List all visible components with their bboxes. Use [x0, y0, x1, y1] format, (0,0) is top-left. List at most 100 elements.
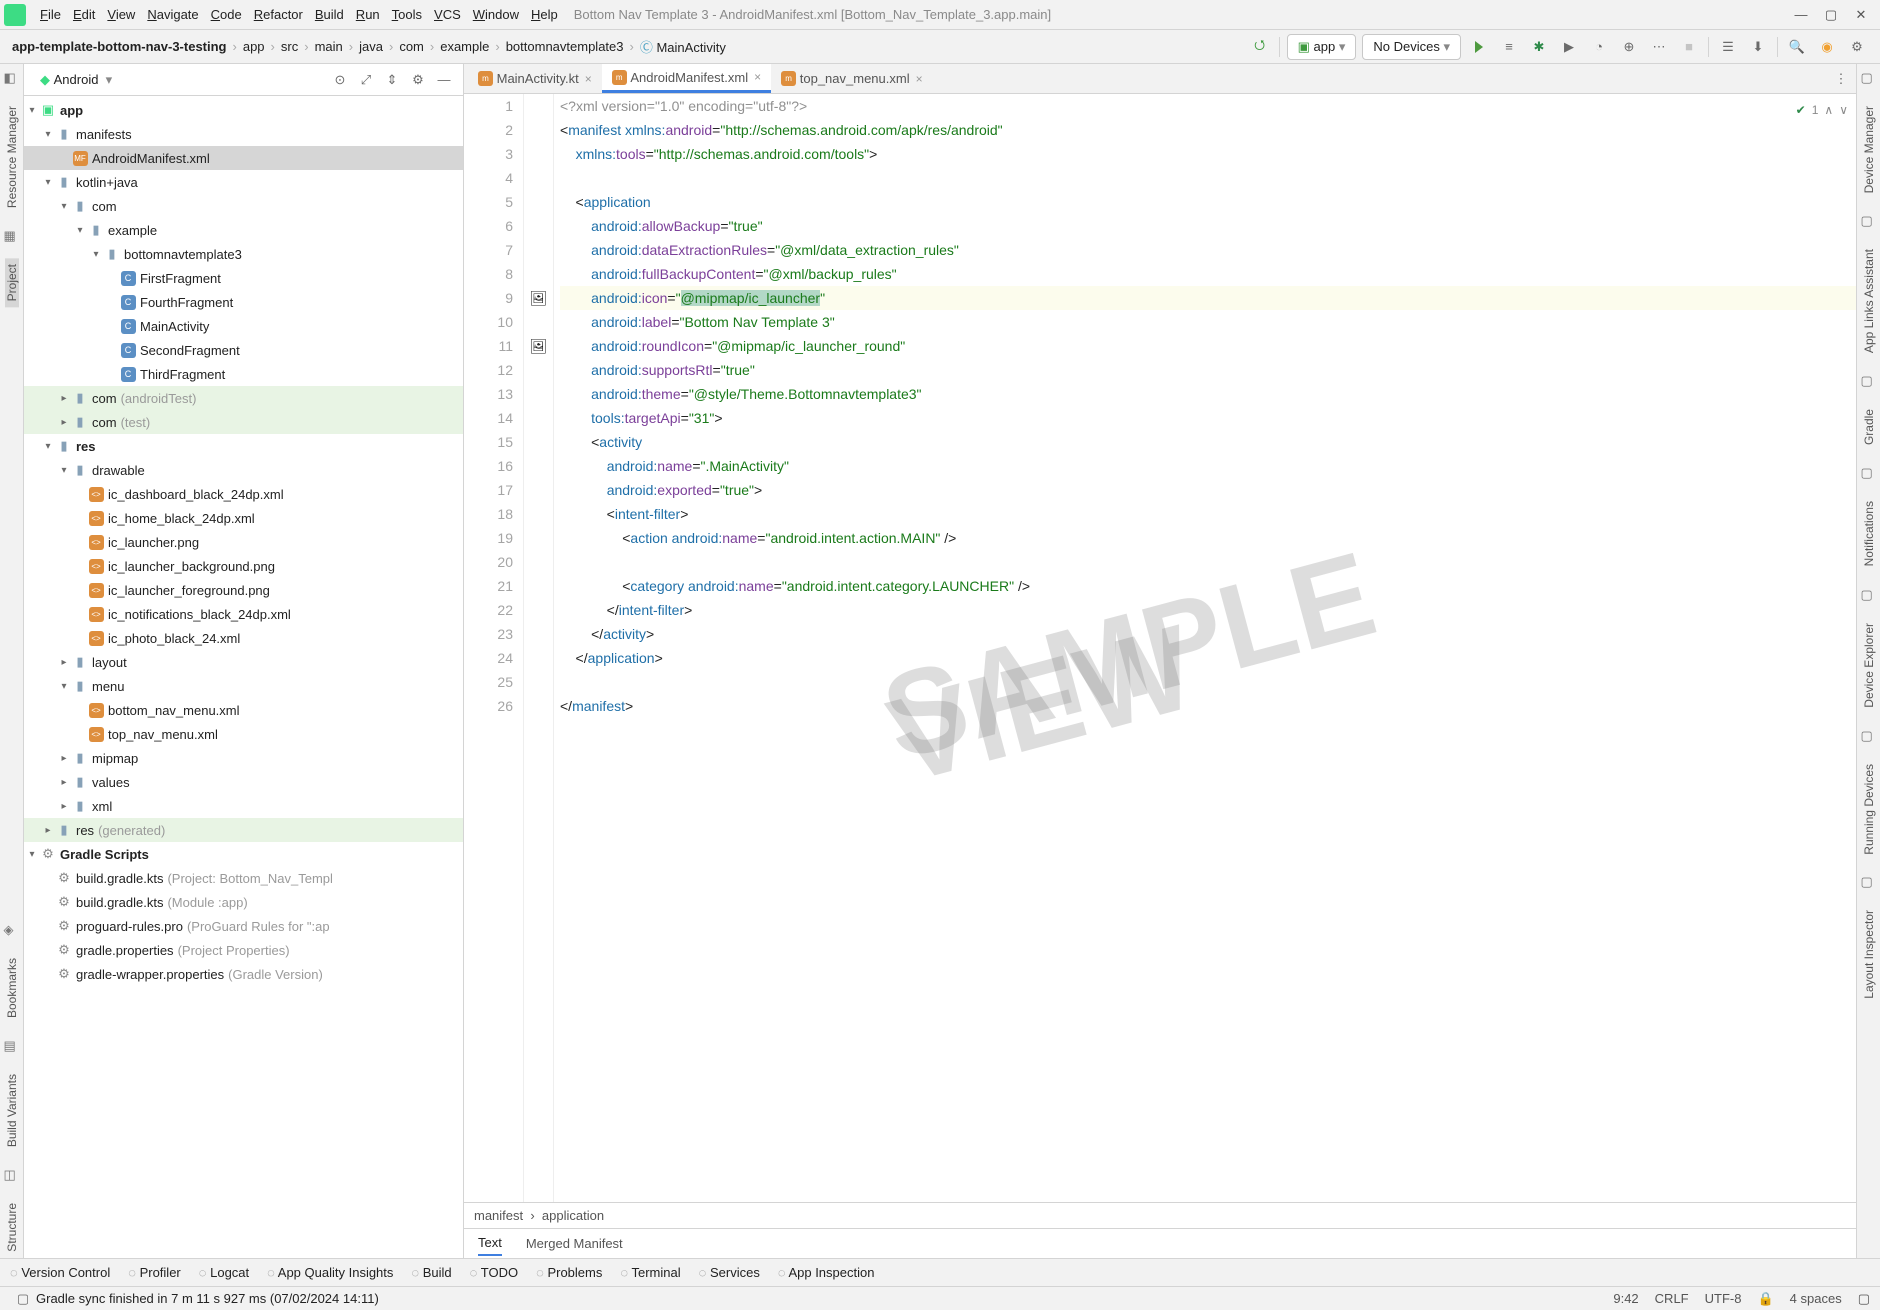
extra-action-icon[interactable]: ⋯: [1647, 35, 1671, 59]
tree-item[interactable]: CSecondFragment: [24, 338, 463, 362]
menu-tools[interactable]: Tools: [386, 4, 428, 25]
expand-all-icon[interactable]: ⤢: [356, 70, 376, 90]
breadcrumb-item[interactable]: example: [436, 37, 493, 56]
gutter-image-icon[interactable]: 🖼: [530, 338, 548, 354]
editor-tab[interactable]: m top_nav_menu.xml×: [771, 64, 932, 93]
project-icon[interactable]: ▦: [4, 228, 20, 244]
attach-debugger-icon[interactable]: ⊕: [1617, 35, 1641, 59]
bookmarks-icon[interactable]: ◈: [4, 922, 20, 938]
caret-position[interactable]: 9:42: [1613, 1291, 1638, 1306]
tree-item[interactable]: <>ic_launcher_foreground.png: [24, 578, 463, 602]
code-editor[interactable]: 1234567891011121314151617181920212223242…: [464, 94, 1856, 1202]
close-tab-icon[interactable]: ×: [754, 70, 761, 84]
bottom-tool-profiler[interactable]: ◌ Profiler: [128, 1265, 181, 1280]
right-tab[interactable]: Notifications: [1862, 495, 1876, 572]
menu-file[interactable]: File: [34, 4, 67, 25]
debug-button[interactable]: ✱: [1527, 35, 1551, 59]
collapse-all-icon[interactable]: ⇕: [382, 70, 402, 90]
right-tab[interactable]: Device Explorer: [1862, 617, 1876, 714]
tree-item[interactable]: <>ic_dashboard_black_24dp.xml: [24, 482, 463, 506]
right-tool-icon[interactable]: ▢: [1861, 465, 1877, 481]
tree-item[interactable]: ▾⚙Gradle Scripts: [24, 842, 463, 866]
stop-button[interactable]: ■: [1677, 35, 1701, 59]
tree-item[interactable]: ▾▮com: [24, 194, 463, 218]
bottom-tool-services[interactable]: ◌ Services: [699, 1265, 760, 1280]
tree-item[interactable]: <>bottom_nav_menu.xml: [24, 698, 463, 722]
assistant-icon[interactable]: ◉: [1815, 35, 1839, 59]
status-icon[interactable]: ▢: [13, 1289, 33, 1309]
search-everywhere-icon[interactable]: 🔍: [1785, 35, 1809, 59]
menu-navigate[interactable]: Navigate: [141, 4, 204, 25]
gutter-image-icon[interactable]: 🖼: [530, 290, 548, 306]
structure-icon[interactable]: ◫: [4, 1167, 20, 1183]
breadcrumb-item[interactable]: app: [239, 37, 269, 56]
menu-run[interactable]: Run: [350, 4, 386, 25]
right-tab[interactable]: Layout Inspector: [1862, 904, 1876, 1005]
tree-item[interactable]: ▸▮com(test): [24, 410, 463, 434]
menu-edit[interactable]: Edit: [67, 4, 101, 25]
right-tool-icon[interactable]: ▢: [1861, 213, 1877, 229]
tree-item[interactable]: ▸▮com(androidTest): [24, 386, 463, 410]
breadcrumb-item[interactable]: Ⓒ MainActivity: [636, 35, 730, 58]
tree-item[interactable]: ⚙proguard-rules.pro(ProGuard Rules for "…: [24, 914, 463, 938]
right-tool-icon[interactable]: ▢: [1861, 728, 1877, 744]
tree-item[interactable]: <>top_nav_menu.xml: [24, 722, 463, 746]
close-tab-icon[interactable]: ×: [585, 72, 592, 86]
breadcrumb-item[interactable]: bottomnavtemplate3: [502, 37, 628, 56]
subtab-text[interactable]: Text: [478, 1231, 502, 1256]
status-menu-icon[interactable]: ▢: [1858, 1291, 1870, 1307]
readonly-icon[interactable]: 🔒: [1757, 1291, 1773, 1307]
indent-info[interactable]: 4 spaces: [1790, 1291, 1842, 1306]
tree-item[interactable]: ▸▮xml: [24, 794, 463, 818]
inspection-widget[interactable]: ✔ 1 ∧∨: [1796, 98, 1848, 122]
tree-app[interactable]: ▾▣app: [24, 98, 463, 122]
run-button[interactable]: [1467, 35, 1491, 59]
sdk-manager-icon[interactable]: ⬇: [1746, 35, 1770, 59]
tab-menu-icon[interactable]: ⋮: [1829, 67, 1853, 91]
menu-window[interactable]: Window: [467, 4, 525, 25]
close-button[interactable]: ✕: [1846, 5, 1876, 25]
menu-refactor[interactable]: Refactor: [248, 4, 309, 25]
select-opened-file-icon[interactable]: ⊙: [330, 70, 350, 90]
bottom-tool-problems[interactable]: ◌ Problems: [536, 1265, 602, 1280]
left-tab-bookmarks[interactable]: Bookmarks: [5, 952, 19, 1024]
tree-item[interactable]: <>ic_notifications_black_24dp.xml: [24, 602, 463, 626]
coverage-icon[interactable]: ▶: [1557, 35, 1581, 59]
bottom-tool-version-control[interactable]: ◌ Version Control: [10, 1265, 110, 1280]
tree-item[interactable]: <>ic_home_black_24dp.xml: [24, 506, 463, 530]
tree-item[interactable]: CThirdFragment: [24, 362, 463, 386]
tree-item[interactable]: ⚙build.gradle.kts(Module :app): [24, 890, 463, 914]
bottom-tool-logcat[interactable]: ◌ Logcat: [199, 1265, 249, 1280]
left-tab-resource-manager[interactable]: Resource Manager: [5, 100, 19, 214]
panel-settings-icon[interactable]: ⚙: [408, 70, 428, 90]
bottom-tool-app-inspection[interactable]: ◌ App Inspection: [778, 1265, 875, 1280]
tree-item[interactable]: ▾▮manifests: [24, 122, 463, 146]
breadcrumb-item[interactable]: com: [395, 37, 428, 56]
menu-code[interactable]: Code: [205, 4, 248, 25]
menu-build[interactable]: Build: [309, 4, 350, 25]
right-tool-icon[interactable]: ▢: [1861, 373, 1877, 389]
tree-item[interactable]: ▾▮bottomnavtemplate3: [24, 242, 463, 266]
tree-item[interactable]: ▾▮menu: [24, 674, 463, 698]
close-tab-icon[interactable]: ×: [916, 72, 923, 86]
device-selector[interactable]: No Devices ▾: [1362, 34, 1461, 60]
tree-item[interactable]: CFirstFragment: [24, 266, 463, 290]
menu-help[interactable]: Help: [525, 4, 564, 25]
tree-item[interactable]: <>ic_launcher.png: [24, 530, 463, 554]
subtab-merged-manifest[interactable]: Merged Manifest: [526, 1232, 623, 1255]
run-config-selector[interactable]: ▣ app ▾: [1287, 34, 1357, 60]
file-encoding[interactable]: UTF-8: [1705, 1291, 1742, 1306]
minimize-button[interactable]: ―: [1786, 5, 1816, 25]
editor-breadcrumb[interactable]: manifest › application: [464, 1202, 1856, 1228]
right-tool-icon[interactable]: ▢: [1861, 587, 1877, 603]
right-tab[interactable]: App Links Assistant: [1862, 243, 1876, 359]
tree-manifest-file[interactable]: MFAndroidManifest.xml: [24, 146, 463, 170]
profiler-icon[interactable]: ◔: [1587, 35, 1611, 59]
tree-item[interactable]: ▸▮layout: [24, 650, 463, 674]
tree-item[interactable]: ▸▮mipmap: [24, 746, 463, 770]
tree-item[interactable]: ▾▮kotlin+java: [24, 170, 463, 194]
tree-item[interactable]: CFourthFragment: [24, 290, 463, 314]
tree-item[interactable]: <>ic_photo_black_24.xml: [24, 626, 463, 650]
avd-manager-icon[interactable]: ☰: [1716, 35, 1740, 59]
tree-item[interactable]: ▸▮values: [24, 770, 463, 794]
